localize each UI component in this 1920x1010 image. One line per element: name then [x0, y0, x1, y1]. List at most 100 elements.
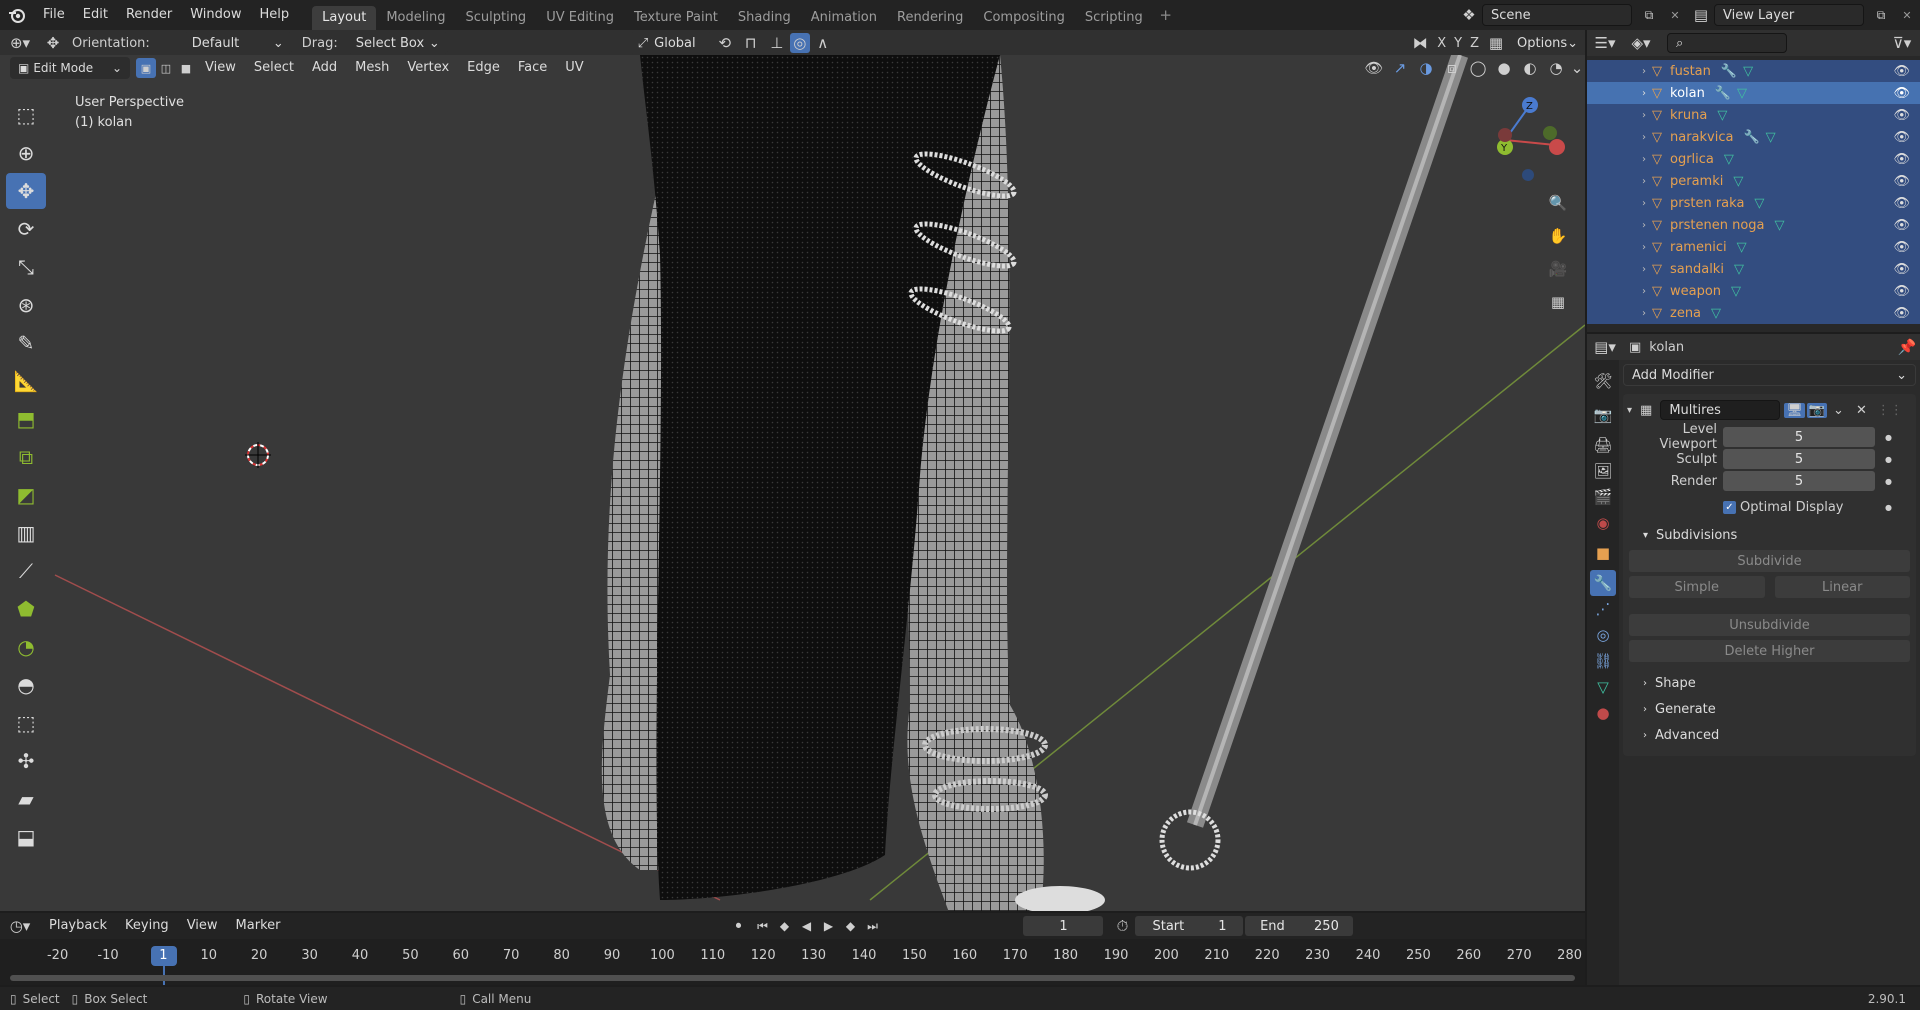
outliner-item-sandalki[interactable]: › ▽ sandalki ▽ 👁	[1587, 258, 1920, 280]
extrude-tool-icon[interactable]: ⬒	[6, 401, 46, 437]
eye-icon[interactable]: 👁	[1893, 240, 1910, 255]
vp-menu-vertex[interactable]: Vertex	[398, 55, 458, 81]
outliner-item-kolan[interactable]: › ▽ kolan 🔧 ▽ 👁	[1587, 82, 1920, 104]
vp-menu-edge[interactable]: Edge	[458, 55, 509, 81]
material-tab-icon[interactable]: ●	[1590, 700, 1616, 726]
loop-cut-tool-icon[interactable]: ▥	[6, 515, 46, 551]
display-viewport-icon[interactable]: 🖥	[1784, 402, 1805, 418]
axis-y-toggle[interactable]: Y	[1454, 36, 1462, 51]
tab-animation[interactable]: Animation	[801, 6, 887, 30]
outliner-item-fustan[interactable]: › ▽ fustan 🔧 ▽ 👁	[1587, 60, 1920, 82]
level-viewport-field[interactable]: 5	[1723, 427, 1875, 447]
outliner-item-prsten-raka[interactable]: › ▽ prsten raka ▽ 👁	[1587, 192, 1920, 214]
vp-menu-select[interactable]: Select	[245, 55, 303, 81]
drag-handle-icon[interactable]: ⋮⋮	[1877, 403, 1903, 418]
add-workspace-icon[interactable]: +	[1153, 2, 1179, 28]
proportional-editing-icon[interactable]: ◎	[789, 33, 810, 53]
tab-shading[interactable]: Shading	[728, 6, 801, 30]
outliner-item-ramenici[interactable]: › ▽ ramenici ▽ 👁	[1587, 236, 1920, 258]
wireframe-shading-icon[interactable]: ◯	[1465, 55, 1491, 81]
generate-subpanel[interactable]: › Generate	[1623, 696, 1916, 722]
view-layer-icon[interactable]: ▤	[1688, 2, 1714, 28]
mode-dropdown[interactable]: ▣ Edit Mode ⌄	[10, 57, 130, 79]
auto-merge-icon[interactable]: ▦	[1483, 30, 1509, 56]
edge-slide-tool-icon[interactable]: ⬚	[6, 705, 46, 741]
unsubdivide-button[interactable]: Unsubdivide	[1629, 614, 1910, 636]
transform-orientation-dropdown[interactable]: ⤢ Global	[629, 32, 712, 54]
filter-icon[interactable]: ⊽▾	[1884, 30, 1920, 56]
scale-tool-icon[interactable]: ⤡	[6, 249, 46, 285]
sculpt-level-field[interactable]: 5	[1723, 449, 1875, 469]
overlay-toggle-icon[interactable]: ◑	[1413, 55, 1439, 81]
vp-menu-add[interactable]: Add	[303, 55, 346, 81]
face-select-icon[interactable]: ■	[176, 58, 196, 78]
blender-logo-icon[interactable]	[0, 2, 34, 28]
close-view-layer-icon[interactable]: ✕	[1894, 2, 1920, 28]
display-render-icon[interactable]: 📷	[1806, 402, 1828, 418]
outliner-item-weapon[interactable]: › ▽ weapon ▽ 👁	[1587, 280, 1920, 302]
transform-tool-icon[interactable]: ⊛	[6, 287, 46, 323]
vertex-select-icon[interactable]: ▣	[136, 58, 156, 78]
physics-tab-icon[interactable]: ◎	[1590, 622, 1616, 648]
camera-icon[interactable]: 🎥	[1545, 256, 1571, 282]
outliner-item-ogrlica[interactable]: › ▽ ogrlica ▽ 👁	[1587, 148, 1920, 170]
snap-target-icon[interactable]: ⊥	[764, 30, 790, 56]
shape-subpanel[interactable]: › Shape	[1623, 670, 1916, 696]
timeline-scrollbar[interactable]	[10, 975, 1575, 981]
tab-uv-editing[interactable]: UV Editing	[536, 6, 624, 30]
mirror-icon[interactable]: ⧓	[1407, 30, 1433, 56]
display-mode-icon[interactable]: ◈▾	[1623, 30, 1659, 56]
vp-menu-mesh[interactable]: Mesh	[346, 55, 398, 81]
annotate-tool-icon[interactable]: ✎	[6, 325, 46, 361]
data-tab-icon[interactable]: ▽	[1590, 674, 1616, 700]
outliner-item-narakvica[interactable]: › ▽ narakvica 🔧 ▽ 👁	[1587, 126, 1920, 148]
constraints-tab-icon[interactable]: ⛓	[1590, 648, 1616, 674]
output-tab-icon[interactable]: 🖨	[1590, 432, 1616, 458]
rendered-shading-icon[interactable]: ◔	[1543, 55, 1569, 81]
new-view-layer-icon[interactable]: ⧉	[1868, 2, 1894, 28]
options-dropdown[interactable]: Options ⌄	[1509, 32, 1585, 54]
particles-tab-icon[interactable]: ⋰	[1590, 596, 1616, 622]
eye-icon[interactable]: 👁	[1893, 306, 1910, 321]
eye-icon[interactable]: 👁	[1893, 64, 1910, 79]
object-tab-icon[interactable]: ■	[1590, 540, 1616, 566]
menu-window[interactable]: Window	[181, 0, 250, 30]
outliner-search[interactable]: ⌕	[1667, 33, 1787, 53]
orientation-dropdown[interactable]: Default ⌄	[183, 32, 292, 54]
optimal-display-checkbox[interactable]: ✓	[1723, 500, 1736, 514]
vp-menu-uv[interactable]: UV	[556, 55, 592, 81]
outliner-editor-icon[interactable]: ☰▾	[1587, 30, 1623, 56]
menu-file[interactable]: File	[34, 0, 74, 30]
eye-icon[interactable]: 👁	[1893, 86, 1910, 101]
vp-menu-face[interactable]: Face	[509, 55, 556, 81]
material-shading-icon[interactable]: ◐	[1517, 55, 1543, 81]
modifier-tab-icon[interactable]: 🔧	[1590, 570, 1616, 596]
tab-modeling[interactable]: Modeling	[376, 6, 455, 30]
vp-menu-view[interactable]: View	[196, 55, 245, 81]
tab-layout[interactable]: Layout	[312, 5, 377, 30]
keyframe-dot-icon[interactable]: ●	[1885, 455, 1892, 464]
subdivide-button[interactable]: Subdivide	[1629, 550, 1910, 572]
rotate-tool-icon[interactable]: ⟳	[6, 211, 46, 247]
rip-tool-icon[interactable]: ⬓	[6, 819, 46, 855]
3d-viewport[interactable]: Z Y ▣ Edit Mode ⌄ ▣ ◫ ■ View Select Add …	[0, 55, 1585, 911]
inset-tool-icon[interactable]: ⧉	[6, 439, 46, 475]
tab-scripting[interactable]: Scripting	[1075, 6, 1153, 30]
tool-tab-icon[interactable]: 🛠	[1590, 368, 1616, 394]
scene-tab-icon[interactable]: 🎬	[1590, 484, 1616, 510]
eye-icon[interactable]: 👁	[1893, 174, 1910, 189]
measure-tool-icon[interactable]: 📐	[6, 363, 46, 399]
tab-rendering[interactable]: Rendering	[887, 6, 973, 30]
zoom-icon[interactable]: 🔍	[1545, 190, 1571, 216]
frame-ruler[interactable]: -20 -10 1 10 20 30 40 50 60 70 80 90 100 110 120 130 140…	[0, 913, 1585, 985]
advanced-subpanel[interactable]: › Advanced	[1623, 722, 1916, 748]
add-modifier-dropdown[interactable]: Add Modifier ⌄	[1623, 364, 1916, 386]
spin-tool-icon[interactable]: ◔	[6, 629, 46, 665]
keyframe-dot-icon[interactable]: ●	[1885, 477, 1892, 486]
outliner-item-kruna[interactable]: › ▽ kruna ▽ 👁	[1587, 104, 1920, 126]
eye-icon[interactable]: 👁	[1893, 196, 1910, 211]
axis-x-toggle[interactable]: X	[1437, 36, 1446, 51]
eye-icon[interactable]: 👁	[1893, 218, 1910, 233]
modifier-name-field[interactable]: Multires	[1660, 400, 1781, 420]
edge-select-icon[interactable]: ◫	[156, 58, 176, 78]
